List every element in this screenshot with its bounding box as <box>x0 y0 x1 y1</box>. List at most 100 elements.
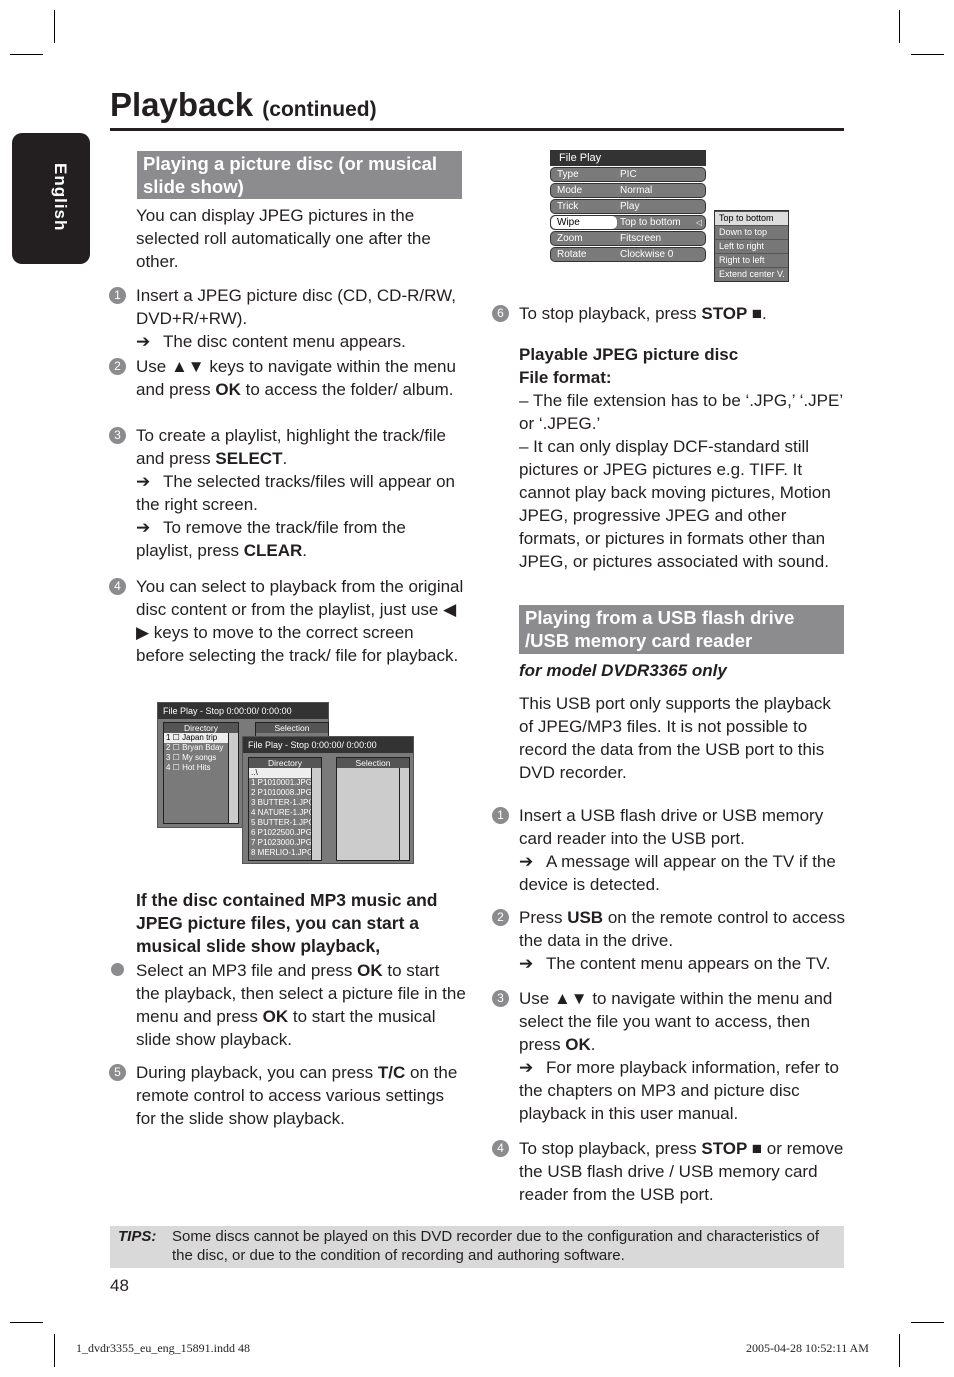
key-stop: STOP ■ <box>701 304 763 323</box>
menu-row-wipe[interactable]: Wipe Top to bottom ◁ <box>550 215 706 230</box>
step-number-icon: 6 <box>492 305 509 322</box>
usb-step-4: 4 To stop playback, press STOP ■ or remo… <box>492 1137 849 1206</box>
row-label: Type <box>557 169 579 180</box>
menu-row-rotate[interactable]: Rotate Clockwise 0 <box>550 247 706 262</box>
step-result: For more playback information, refer to … <box>519 1058 839 1123</box>
row-value: PIC <box>620 169 637 180</box>
file-play-menu: File Play Type PIC Mode Normal Trick Play W… <box>550 150 706 262</box>
screen-title: File Play - Stop 0:00:00/ 0:00:00 <box>243 737 413 753</box>
submenu-option[interactable]: Top to bottom <box>715 211 788 225</box>
arrow-icon: ➔ <box>519 1058 534 1077</box>
crop-mark <box>911 1322 944 1323</box>
key-ok: OK <box>357 961 383 980</box>
key-ok: OK <box>215 380 241 399</box>
row-value: Top to bottom <box>620 217 681 228</box>
text: To stop playback, press <box>519 304 702 323</box>
format-1: – The file extension has to be ‘.JPG,’ ‘… <box>519 391 843 433</box>
step-1: 1 Insert a JPEG picture disc (CD, CD-R/R… <box>109 284 466 353</box>
text: To create a playlist, highlight the trac… <box>136 426 446 468</box>
submenu-option[interactable]: Down to top <box>715 225 788 239</box>
step-text: You can select to playback from the orig… <box>136 577 464 665</box>
usb-step-1: 1 Insert a USB flash drive or USB memory… <box>492 804 849 896</box>
crop-mark <box>54 10 55 43</box>
row-value: Fitscreen <box>620 233 662 244</box>
wipe-submenu: Top to bottom Down to top Left to right … <box>714 210 789 282</box>
step-number-icon: 3 <box>109 427 126 444</box>
text: During playback, you can press <box>136 1063 378 1082</box>
pane-header: Directory <box>249 758 321 768</box>
text: Select an MP3 file and press <box>136 961 358 980</box>
submenu-option[interactable]: Right to left <box>715 253 788 267</box>
heading-line: File format: <box>519 368 612 387</box>
model-note: for model DVDR3365 only <box>519 661 727 680</box>
scrollbar[interactable] <box>311 768 321 860</box>
title-text: Playback <box>110 86 254 123</box>
language-label: English <box>51 163 70 232</box>
bullet-mp3: Select an MP3 file and press OK to start… <box>111 959 466 1051</box>
arrow-icon: ➔ <box>519 954 534 973</box>
pane-header: Selection <box>337 758 409 768</box>
mp3-slideshow-heading: If the disc contained MP3 music and JPEG… <box>136 890 438 956</box>
text: . <box>282 449 288 468</box>
directory-item[interactable]: 4 ☐ Hot Hits <box>164 763 238 773</box>
row-label: Zoom <box>557 233 583 244</box>
directory-pane: Directory 1 ☐ Japan trip 2 ☐ Bryan Bday … <box>163 722 239 824</box>
title-rule <box>110 128 844 131</box>
row-label: Mode <box>557 185 583 196</box>
format-2: – It can only display DCF-standard still… <box>519 437 831 571</box>
text: Press <box>519 908 568 927</box>
key-select: SELECT <box>215 449 283 468</box>
crop-mark <box>54 1334 55 1367</box>
tips-text: Some discs cannot be played on this DVD … <box>172 1228 820 1264</box>
text: To stop playback, press <box>519 1139 702 1158</box>
key-usb: USB <box>567 908 604 927</box>
menu-title: File Play <box>550 150 706 166</box>
heading-line: Playable JPEG picture disc <box>519 345 739 364</box>
usb-intro: This USB port only supports the playback… <box>519 694 831 782</box>
key-clear: CLEAR <box>243 541 303 560</box>
menu-row-mode[interactable]: Mode Normal <box>550 183 706 198</box>
bullet-icon <box>111 963 124 976</box>
screen-title: File Play - Stop 0:00:00/ 0:00:00 <box>158 703 328 719</box>
scrollbar[interactable] <box>399 768 409 860</box>
pane-header: Directory <box>164 723 238 733</box>
row-label: Rotate <box>557 249 587 260</box>
menu-row-type[interactable]: Type PIC <box>550 167 706 182</box>
arrow-icon: ➔ <box>136 472 151 491</box>
submenu-option[interactable]: Extend center V. <box>715 267 788 281</box>
tips-box: TIPS: Some discs cannot be played on thi… <box>110 1226 844 1268</box>
section-heading-usb: Playing from a USB flash drive /USB memo… <box>519 605 844 654</box>
menu-row-zoom[interactable]: Zoom Fitscreen <box>550 231 706 246</box>
crop-mark <box>911 54 944 55</box>
language-tab: English <box>12 133 90 264</box>
step-result: The content menu appears on the TV. <box>546 954 831 973</box>
directory-pane: Directory ..\ 1 P1010001.JPG 2 P1010008.… <box>248 757 322 861</box>
directory-item[interactable]: 2 ☐ Bryan Bday <box>164 743 238 753</box>
crop-mark <box>10 54 43 55</box>
text: . <box>590 1035 596 1054</box>
step-3: 3 To create a playlist, highlight the tr… <box>109 424 466 562</box>
step-number-icon: 2 <box>109 358 126 375</box>
text: . <box>762 304 767 323</box>
step-number-icon: 4 <box>109 578 126 595</box>
step-number-icon: 3 <box>492 990 509 1007</box>
row-label: Wipe <box>551 216 617 229</box>
submenu-option[interactable]: Left to right <box>715 239 788 253</box>
footer-file: 1_dvdr3355_eu_eng_15891.indd 48 <box>76 1341 250 1355</box>
page-number: 48 <box>110 1276 129 1295</box>
directory-item[interactable]: 1 ☐ Japan trip <box>164 733 238 743</box>
step-number-icon: 2 <box>492 909 509 926</box>
step-text: Insert a USB flash drive or USB memory c… <box>519 806 824 848</box>
step-text: Insert a JPEG picture disc (CD, CD-R/RW,… <box>136 286 456 328</box>
manual-page: Playback (continued) English Playing a p… <box>0 0 954 1377</box>
step-6: 6 To stop playback, press STOP ■. <box>492 302 849 325</box>
key-stop: STOP ■ <box>701 1139 763 1158</box>
arrow-icon: ➔ <box>136 518 151 537</box>
arrow-icon: ➔ <box>136 332 151 351</box>
menu-row-trick[interactable]: Trick Play <box>550 199 706 214</box>
scrollbar[interactable] <box>228 733 238 823</box>
crop-mark <box>899 1334 900 1367</box>
section-heading-picture-disc: Playing a picture disc (or musical slide… <box>137 151 462 199</box>
directory-item[interactable]: 3 ☐ My songs <box>164 753 238 763</box>
key-ok: OK <box>565 1035 591 1054</box>
